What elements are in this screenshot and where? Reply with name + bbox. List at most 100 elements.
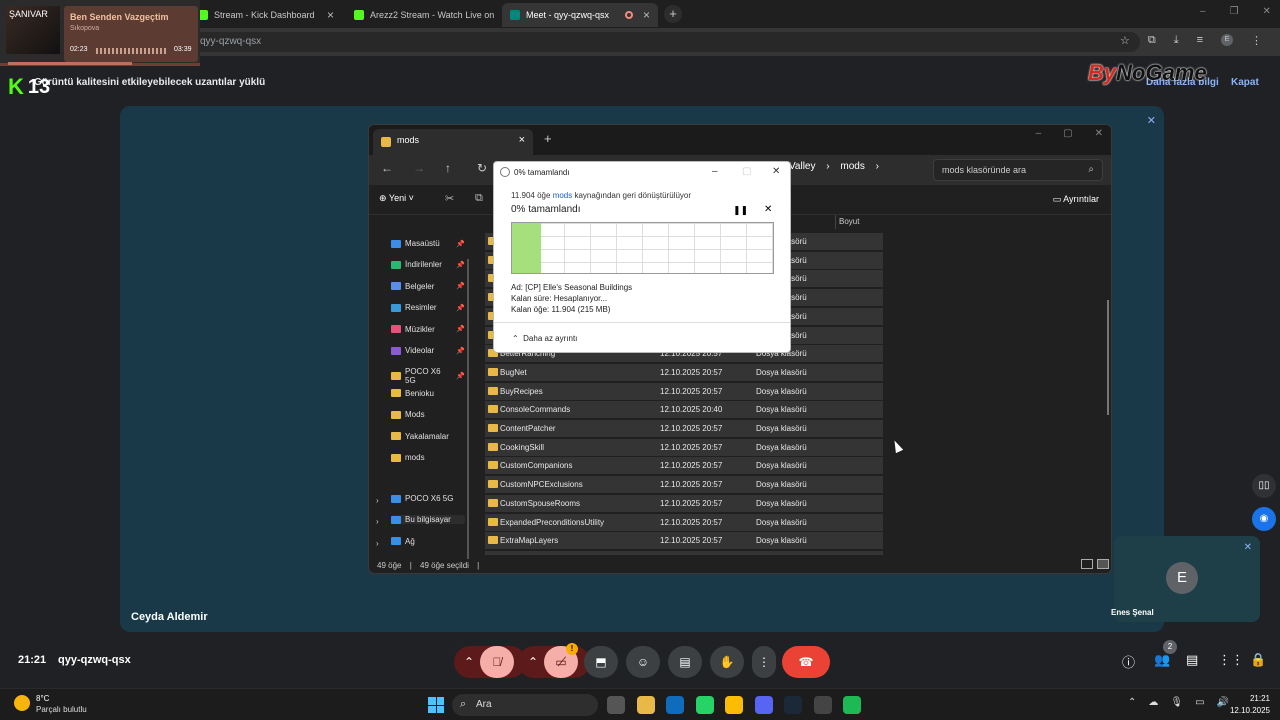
weather-widget[interactable]: 8°C Parçalı bulutlu xyxy=(36,694,87,714)
taskbar-clock[interactable]: 21:21 12.10.2025 xyxy=(1228,693,1270,717)
copy-icon[interactable]: ⧉ xyxy=(475,192,483,205)
details-button[interactable]: ▭ Ayrıntılar xyxy=(1053,194,1099,205)
sidebar-device[interactable]: Bu bilgisayar xyxy=(391,515,465,525)
address-bar[interactable]: qyy-qzwq-qsx xyxy=(80,32,1140,52)
raise-hand-button[interactable]: ✋ xyxy=(710,646,744,678)
up-icon[interactable]: ↑ xyxy=(445,161,451,175)
table-row[interactable]: CustomNPCExclusions 12.10.2025 20:57 Dosya… xyxy=(485,476,883,494)
minimize-icon[interactable]: – xyxy=(1036,128,1042,139)
outlook-icon[interactable] xyxy=(666,696,684,714)
emoji-button[interactable]: ☺ xyxy=(626,646,660,678)
table-row[interactable]: ConsoleCommands 12.10.2025 20:40 Dosya kla… xyxy=(485,401,883,419)
media-card[interactable]: Ben Senden Vazgeçtim Sıkopova 02:23 03:3… xyxy=(64,6,198,62)
chrome-icon[interactable] xyxy=(725,696,743,714)
taskbar-search[interactable]: ⌕ Ara xyxy=(452,694,598,716)
breadcrumb-item[interactable]: Valley xyxy=(789,161,816,172)
media-control-icon[interactable]: ≡ xyxy=(1197,34,1203,47)
new-tab-icon[interactable]: + xyxy=(544,131,552,146)
cloud-icon[interactable]: ☁ xyxy=(1148,697,1158,708)
sidebar-item[interactable]: Müzikler 📌 xyxy=(391,325,465,334)
forward-icon[interactable]: → xyxy=(413,161,425,175)
spotify-icon[interactable] xyxy=(843,696,861,714)
tab-arezz2-stream[interactable]: Arezz2 Stream - Watch Live on × xyxy=(346,3,498,27)
table-row[interactable]: ContentPatcher 12.10.2025 20:57 Dosya klas… xyxy=(485,420,883,437)
sidebar-item[interactable]: Benioku xyxy=(391,389,465,398)
table-row[interactable]: BugNet 12.10.2025 20:57 Dosya klasörü xyxy=(485,363,883,381)
sidebar-item[interactable]: Masaüstü 📌 xyxy=(391,239,465,248)
tiles-view-icon[interactable] xyxy=(1097,559,1109,569)
present-button[interactable]: ⬒ xyxy=(584,646,618,678)
close-icon[interactable]: × xyxy=(643,8,650,22)
sidebar-item[interactable]: Videolar 📌 xyxy=(391,346,465,355)
chevron-right-icon[interactable]: › xyxy=(376,517,379,526)
cancel-button[interactable]: ✕ xyxy=(764,204,772,215)
explorer-tab[interactable]: mods × xyxy=(373,129,533,155)
pause-button[interactable]: ❚❚ xyxy=(733,205,748,216)
details-view-icon[interactable] xyxy=(1081,559,1093,569)
book-icon[interactable]: ▯▯ xyxy=(1252,474,1276,498)
chevron-up-icon[interactable]: ⌃ xyxy=(528,646,538,678)
close-icon[interactable]: ✕ xyxy=(772,166,780,177)
sidebar-device[interactable]: Ağ xyxy=(391,537,465,546)
minimize-icon[interactable]: – xyxy=(1200,6,1206,17)
chat-icon[interactable]: ▤ xyxy=(1186,652,1198,668)
sidebar-item[interactable]: Resimler 📌 xyxy=(391,303,465,312)
chevron-right-icon[interactable]: › xyxy=(376,496,379,505)
display-icon[interactable]: ▭ xyxy=(1195,697,1204,708)
maximize-icon[interactable]: ▢ xyxy=(1063,128,1072,139)
table-row[interactable]: CookingSkill 12.10.2025 20:57 Dosya klasör… xyxy=(485,438,883,456)
back-icon[interactable]: ← xyxy=(381,161,393,175)
breadcrumb-item[interactable]: mods xyxy=(840,161,864,172)
profile-avatar[interactable]: E xyxy=(1221,34,1234,46)
extensions-icon[interactable]: ⧉ xyxy=(1148,34,1156,47)
sidebar-item[interactable]: İndirilenler 📌 xyxy=(391,260,465,269)
pin-icon[interactable]: 📌 xyxy=(456,304,465,312)
pin-icon[interactable]: 📌 xyxy=(456,372,465,380)
pin-icon[interactable]: 📌 xyxy=(456,325,465,333)
pin-icon[interactable]: 📌 xyxy=(456,347,465,355)
table-row[interactable]: ExpandedPreconditionsUtility 12.10.2025 2… xyxy=(485,513,883,531)
maximize-icon[interactable]: ❐ xyxy=(1230,6,1239,17)
table-row[interactable]: CustomCompanions 12.10.2025 20:57 Dosya kl… xyxy=(485,457,883,475)
less-details-button[interactable]: ⌃ Daha az ayrıntı xyxy=(512,334,577,343)
steam-icon[interactable] xyxy=(784,696,802,714)
self-video-tile[interactable]: ✕ E Enes Şenal xyxy=(1111,536,1260,622)
chevron-right-icon[interactable]: › xyxy=(376,539,379,548)
tab-kick-dashboard[interactable]: Stream - Kick Dashboard × xyxy=(190,3,342,27)
menu-icon[interactable]: ⋮ xyxy=(1251,34,1262,47)
task-view-icon[interactable] xyxy=(607,696,625,714)
pin-icon[interactable]: 📌 xyxy=(456,261,465,269)
new-button[interactable]: ⊕ Yeni ˅ xyxy=(379,193,414,204)
sidebar-item[interactable]: Mods xyxy=(391,410,465,419)
more-options-button[interactable]: ⋮ xyxy=(752,646,776,678)
source-link[interactable]: mods xyxy=(553,191,573,200)
close-window-icon[interactable]: ✕ xyxy=(1263,6,1271,17)
pin-icon[interactable]: 📌 xyxy=(456,240,465,248)
gemini-icon[interactable]: ◉ xyxy=(1252,507,1276,531)
bookmark-star-icon[interactable]: ☆ xyxy=(1120,34,1130,47)
info-icon[interactable]: ⓘ xyxy=(1122,652,1135,671)
close-icon[interactable]: × xyxy=(327,8,334,22)
start-button[interactable] xyxy=(428,697,444,713)
host-controls-icon[interactable]: 🔒 xyxy=(1250,652,1266,668)
people-icon[interactable]: 👥 xyxy=(1154,652,1170,668)
microphone-icon[interactable]: 🎙 xyxy=(1170,697,1183,708)
pin-icon[interactable]: 📌 xyxy=(456,282,465,290)
table-row[interactable]: ExtraMapLayers 12.10.2025 20:57 Dosya klas… xyxy=(485,532,883,550)
sidebar-device[interactable]: POCO X6 5G xyxy=(391,494,465,503)
file-list-scrollbar[interactable] xyxy=(1107,300,1109,415)
minimize-icon[interactable]: – xyxy=(712,166,718,177)
chevron-up-icon[interactable]: ⌃ xyxy=(464,646,474,678)
new-tab-button[interactable]: + xyxy=(664,5,682,23)
dismiss-button[interactable]: Kapat xyxy=(1231,77,1259,88)
download-icon[interactable]: ⤓ xyxy=(1174,34,1179,47)
sidebar-item[interactable]: Belgeler 📌 xyxy=(391,282,465,291)
activities-icon[interactable]: ⋮⋮ xyxy=(1218,652,1244,668)
search-input[interactable]: mods klasöründe ara ⌕ xyxy=(933,159,1103,181)
chevron-up-icon[interactable]: ⌃ xyxy=(1128,697,1136,708)
table-row[interactable]: BuyRecipes 12.10.2025 20:57 Dosya klasörü xyxy=(485,382,883,400)
mic-button[interactable]: 🎙̸ xyxy=(480,646,514,678)
discord-icon[interactable] xyxy=(754,696,773,714)
media-progress-bar[interactable] xyxy=(8,62,132,65)
sidebar-item[interactable]: POCO X6 5G 📌 xyxy=(391,367,465,385)
